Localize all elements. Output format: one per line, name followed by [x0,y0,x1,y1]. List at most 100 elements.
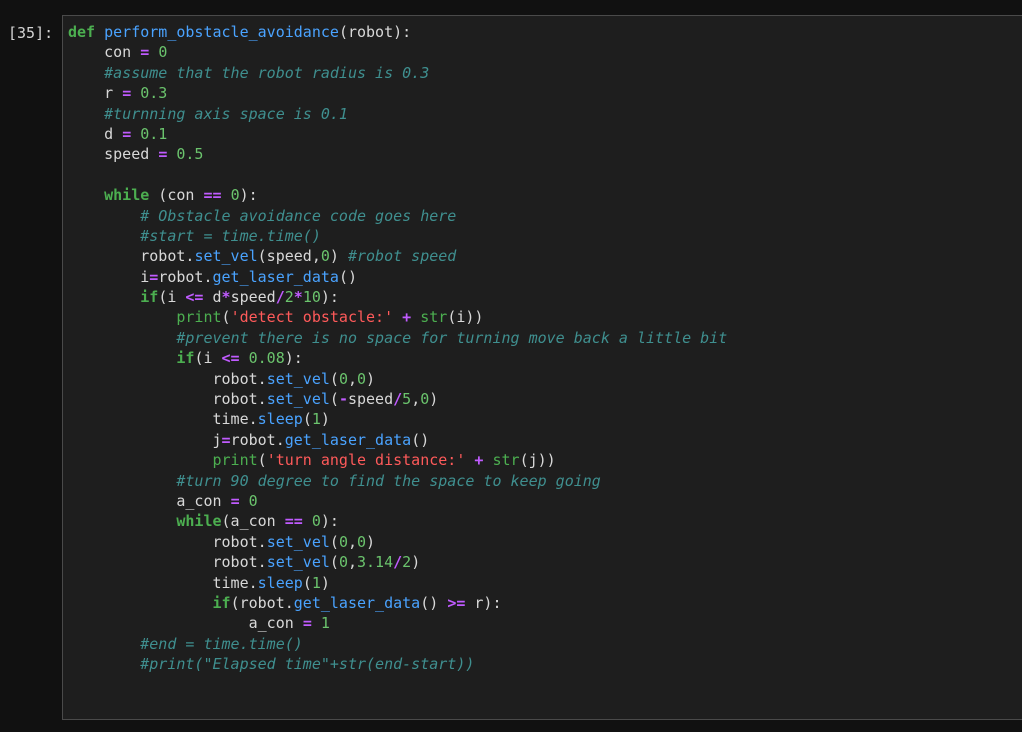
token-code-text: j [68,430,222,449]
token-method-name: get_laser_data [284,430,412,449]
token-code-text: con [68,43,141,62]
token-code-text [240,492,249,510]
token-operator: <= [185,288,204,307]
notebook-page: [35]: def perform_obstacle_avoidance(rob… [0,0,1022,732]
token-code-text [240,349,249,367]
token-code-text: ): [239,186,258,205]
token-comment: #turn 90 degree to find the space to kee… [176,471,601,490]
code-cell-editor[interactable]: def perform_obstacle_avoidance(robot): c… [62,15,1022,720]
token-code-text: ( [329,369,339,388]
token-operator: = [149,267,159,286]
token-method-name: set_vel [266,553,330,572]
token-code-text: robot. [230,430,285,449]
token-code-text: i [68,267,150,286]
token-method-name: get_laser_data [293,593,421,612]
token-number-literal: 0 [338,369,348,388]
token-method-name: set_vel [266,369,330,388]
token-code-text: ) [320,573,330,592]
token-code-text [68,207,140,225]
token-code-text [68,451,213,469]
token-operator: = [158,145,168,164]
token-number-literal: 1 [311,410,321,429]
token-comment: #assume that the robot radius is 0.3 [104,63,430,82]
token-method-name: sleep [257,573,303,592]
token-code-text: a_con [68,614,303,633]
token-keyword: if [212,593,231,612]
token-code-text [68,105,104,123]
code-line: robot.set_vel(0,0) [68,532,727,552]
code-line: a_con = 0 [68,491,727,511]
code-editor-text[interactable]: def perform_obstacle_avoidance(robot): c… [68,22,727,675]
token-code-text: robot. [68,390,267,409]
token-operator: = [230,491,240,510]
token-code-text: ) [429,390,439,409]
code-line: speed = 0.5 [68,144,727,164]
token-method-name: get_laser_data [212,267,339,286]
token-comment: #robot speed [347,247,457,266]
token-operator: == [203,186,222,205]
token-code-text: robot. [68,247,195,266]
token-number-literal: 0.1 [140,124,168,143]
token-code-text [68,227,140,245]
token-number-literal: 0 [338,553,348,572]
token-number-literal: 0.3 [140,84,168,103]
token-number-literal: 0 [357,369,367,388]
token-method-name: sleep [257,410,303,429]
token-code-text [68,288,140,306]
token-code-text: () [420,593,448,612]
token-code-text: ( [329,553,339,572]
token-builtin-name: str [492,451,520,470]
token-operator: * [293,288,303,307]
token-number-literal: 0 [230,186,240,205]
token-code-text [131,125,140,143]
token-code-text: robot. [158,267,213,286]
token-code-text: (i [158,288,186,307]
code-line: if(i <= 0.08): [68,348,727,368]
token-code-text [68,349,176,367]
code-line: #turnning axis space is 0.1 [68,104,727,124]
token-operator: = [122,84,132,103]
token-code-text: a_con [68,491,231,510]
token-operator: = [221,430,231,449]
token-code-text: (a_con [221,512,285,531]
code-line: if(robot.get_laser_data() >= r): [68,593,727,613]
token-code-text: ) [329,247,348,266]
token-number-literal: 0 [338,532,348,551]
token-code-text: ) [411,553,421,572]
code-line: robot.set_vel(0,3.14/2) [68,552,727,572]
token-number-literal: 0 [311,512,321,531]
token-method-name: set_vel [266,390,330,409]
token-operator: = [122,124,132,143]
token-function-name: perform_obstacle_avoidance [104,23,339,41]
token-number-literal: 1 [320,614,330,633]
token-comment: #prevent there is no space for turning m… [176,328,728,347]
token-keyword: def [68,23,96,41]
token-code-text [149,43,158,61]
token-code-text: (speed, [257,247,321,266]
token-code-text: time. [68,573,258,592]
token-code-text [68,472,176,490]
token-code-text [95,23,104,41]
code-line: time.sleep(1) [68,573,727,593]
token-code-text: , [347,532,357,551]
token-method-name: set_vel [266,532,330,551]
token-keyword: if [140,288,159,307]
token-number-literal: 5 [402,390,412,409]
token-code-text: ) [366,532,376,551]
token-code-text: ( [302,410,312,429]
token-code-text [411,308,420,326]
token-number-literal: 10 [302,288,321,307]
code-line: while(a_con == 0): [68,511,727,531]
token-code-text [68,186,104,204]
token-operator: / [275,288,285,307]
token-operator: * [221,288,231,307]
token-code-text: ( [329,390,339,409]
token-string-literal: 'turn angle distance:' [266,451,466,470]
token-code-text: ): [320,512,339,531]
token-code-text [68,655,140,673]
execution-count-prompt: [35]: [8,24,54,42]
token-number-literal: 0 [248,491,258,510]
code-line: def perform_obstacle_avoidance(robot): [68,22,727,42]
token-code-text: ( [221,308,231,327]
token-code-text: robot. [68,369,267,388]
